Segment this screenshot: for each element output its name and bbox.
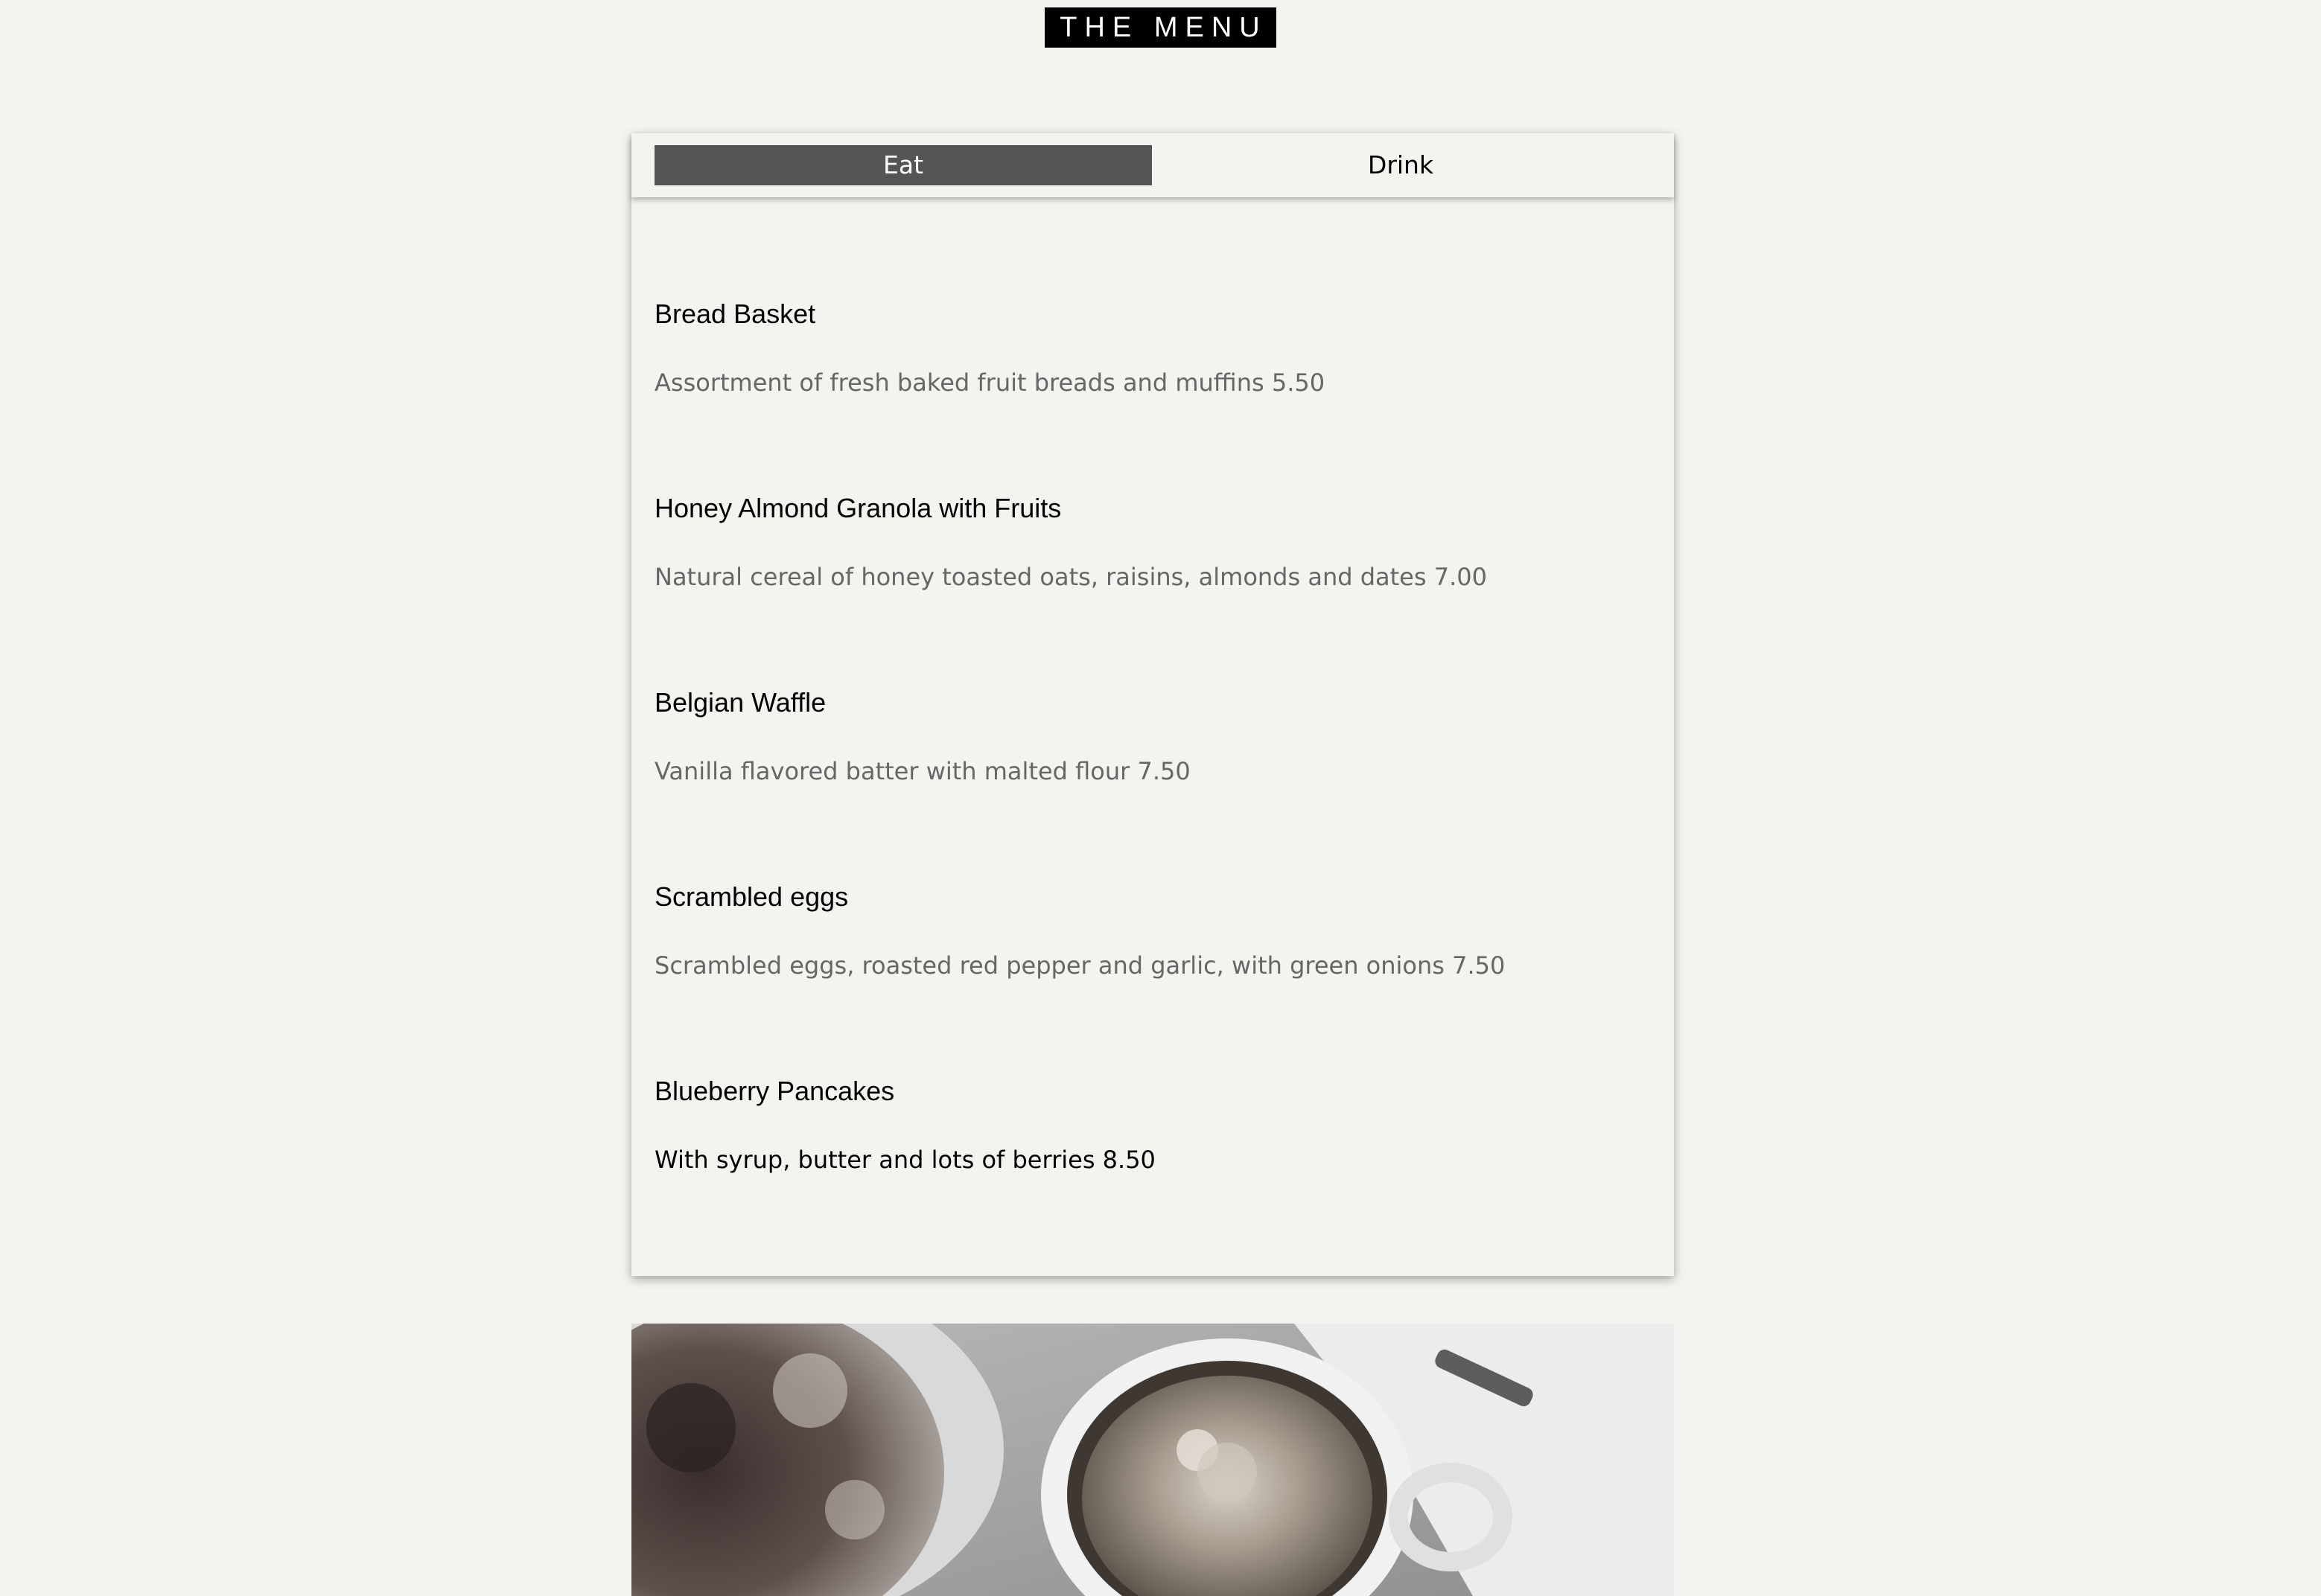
menu-item-description: Vanilla flavored batter with malted flou… xyxy=(655,757,1191,785)
menu-item: Honey Almond Granola with Fruits Natural… xyxy=(655,494,1652,688)
header: THE MENU xyxy=(0,7,2321,48)
menu-item: Bread Basket Assortment of fresh baked f… xyxy=(655,299,1652,494)
menu-item-name: Belgian Waffle xyxy=(655,687,827,718)
menu-item-name: Blueberry Pancakes xyxy=(655,1076,895,1106)
menu-item-description: Natural cereal of honey toasted oats, ra… xyxy=(655,563,1487,591)
coffee-photo xyxy=(631,1324,1674,1596)
tab-eat[interactable]: Eat xyxy=(655,145,1152,185)
menu-item-name: Honey Almond Granola with Fruits xyxy=(655,493,1062,523)
menu-item-description: Scrambled eggs, roasted red pepper and g… xyxy=(655,951,1506,980)
menu-item-description: Assortment of fresh baked fruit breads a… xyxy=(655,368,1325,397)
menu-item: Blueberry Pancakes With syrup, butter an… xyxy=(655,1076,1652,1271)
page-title: THE MENU xyxy=(1045,7,1276,48)
menu-item: Scrambled eggs Scrambled eggs, roasted r… xyxy=(655,882,1652,1076)
menu-card: Eat Drink Bread Basket Assortment of fre… xyxy=(631,133,1674,1276)
menu-item-name: Bread Basket xyxy=(655,299,816,329)
coffee-photo-illustration xyxy=(631,1324,1674,1596)
menu-item-description: With syrup, butter and lots of berries 8… xyxy=(655,1146,1156,1174)
menu-item: Belgian Waffle Vanilla flavored batter w… xyxy=(655,688,1652,882)
tab-drink[interactable]: Drink xyxy=(1152,145,1649,185)
menu-items-list: Bread Basket Assortment of fresh baked f… xyxy=(655,299,1652,1271)
tab-bar: Eat Drink xyxy=(631,133,1674,197)
menu-item-name: Scrambled eggs xyxy=(655,881,849,912)
